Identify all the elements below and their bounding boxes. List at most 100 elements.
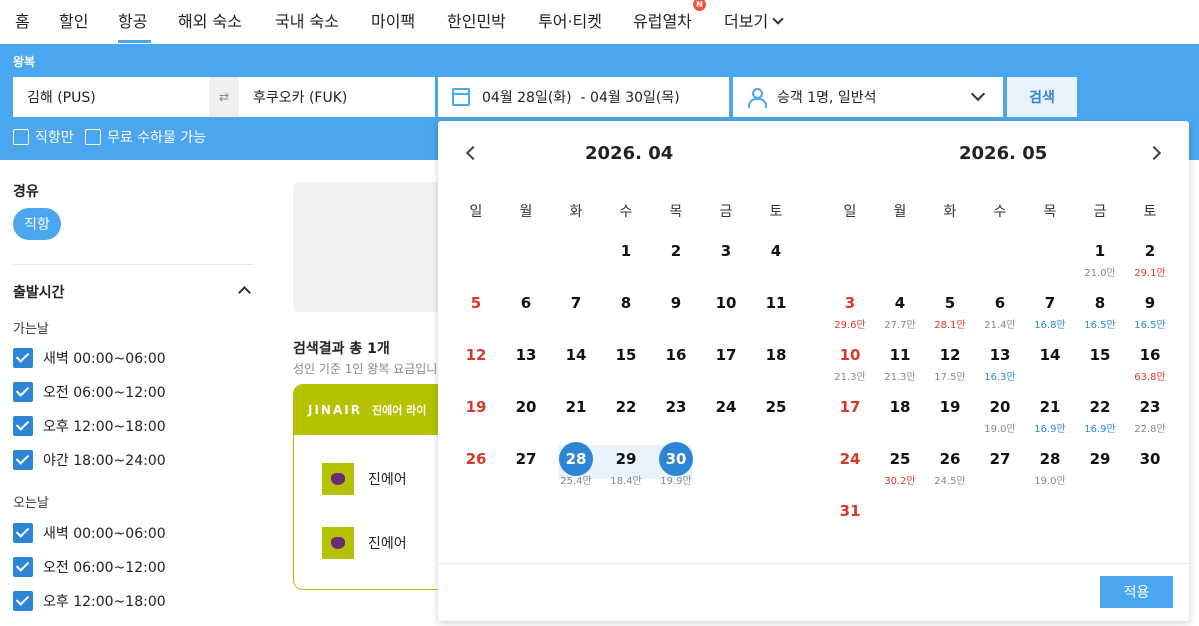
calendar-day[interactable]: 21 [551,398,601,416]
calendar-day[interactable]: 29 [601,450,651,468]
nav-korean-minbak[interactable]: 한인민박 [447,8,506,32]
calendar-day[interactable]: 22 [601,398,651,416]
checkbox-icon [85,129,101,145]
return-time-option[interactable]: 오후 12:00~18:00 [13,591,166,611]
calendar-day[interactable]: 11 [875,346,925,364]
outbound-time-option[interactable]: 야간 18:00~24:00 [13,450,166,470]
calendar-day[interactable]: 12 [925,346,975,364]
calendar-day[interactable]: 28 [551,450,601,468]
origin-field[interactable]: 김해 (PUS) [13,77,209,117]
calendar-day[interactable]: 13 [501,346,551,364]
calendar-day[interactable]: 1 [1075,242,1125,260]
apply-button[interactable]: 적용 [1100,576,1173,608]
calendar-day[interactable]: 5 [451,294,501,312]
calendar-day[interactable]: 21 [1025,398,1075,416]
calendar-day[interactable]: 15 [1075,346,1125,364]
date-field[interactable]: 04월 28일(화) - 04월 30일(목) [438,77,729,117]
airline-row: 진에어 [322,527,407,559]
destination-field[interactable]: 후쿠오카 (FUK) [239,77,435,117]
calendar-day[interactable]: 26 [451,450,501,468]
day-price: 25.4만 [560,476,592,487]
direct-pill[interactable]: 직항 [13,208,61,240]
calendar-day[interactable]: 9 [1125,294,1175,312]
return-time-option[interactable]: 오전 06:00~12:00 [13,557,166,577]
nav-tour-ticket[interactable]: 투어·티켓 [538,8,602,32]
calendar-day[interactable]: 23 [1125,398,1175,416]
calendar-day[interactable]: 25 [875,450,925,468]
calendar-day[interactable]: 18 [875,398,925,416]
calendar-day[interactable]: 31 [825,502,875,520]
calendar-day[interactable]: 26 [925,450,975,468]
calendar-day[interactable]: 17 [701,346,751,364]
calendar-day[interactable]: 14 [551,346,601,364]
date-value: 04월 28일(화) - 04월 30일(목) [482,90,680,106]
calendar-day[interactable]: 6 [975,294,1025,312]
chevron-left-icon[interactable] [465,145,481,161]
nav-europe-rail[interactable]: 유럽열차 [633,8,692,32]
weekday-label: 일 [843,204,857,220]
calendar-day[interactable]: 12 [451,346,501,364]
nav-overseas-stay[interactable]: 해외 숙소 [178,8,242,32]
calendar-day[interactable]: 24 [701,398,751,416]
calendar-day[interactable]: 11 [751,294,801,312]
calendar-day[interactable]: 19 [451,398,501,416]
chevron-right-icon[interactable] [1146,145,1162,161]
calendar-day[interactable]: 2 [651,242,701,260]
calendar-day[interactable]: 15 [601,346,651,364]
day-price: 24.5만 [934,476,966,487]
calendar-day[interactable]: 3 [825,294,875,312]
calendar-day[interactable]: 23 [651,398,701,416]
passenger-field[interactable]: 승객 1명, 일반석 [733,77,1003,117]
calendar-day[interactable]: 27 [975,450,1025,468]
calendar-day[interactable]: 18 [751,346,801,364]
calendar-day[interactable]: 4 [751,242,801,260]
calendar-day[interactable]: 6 [501,294,551,312]
calendar-day[interactable]: 7 [1025,294,1075,312]
calendar-day[interactable]: 2 [1125,242,1175,260]
calendar-day[interactable]: 16 [651,346,701,364]
trip-type-label[interactable]: 왕복 [13,53,35,70]
nav-flights[interactable]: 항공 [118,8,147,32]
return-time-option[interactable]: 새벽 00:00~06:00 [13,523,166,543]
calendar-day[interactable]: 25 [751,398,801,416]
direct-only-checkbox[interactable]: 직항만 [13,127,74,147]
calendar-day[interactable]: 1 [601,242,651,260]
calendar-day[interactable]: 30 [1125,450,1175,468]
outbound-time-option[interactable]: 오전 06:00~12:00 [13,382,166,402]
calendar-day[interactable]: 20 [975,398,1025,416]
nav-home[interactable]: 홈 [15,8,30,32]
calendar-day[interactable]: 8 [601,294,651,312]
outbound-time-option[interactable]: 오후 12:00~18:00 [13,416,166,436]
calendar-day[interactable]: 27 [501,450,551,468]
calendar-day[interactable]: 17 [825,398,875,416]
free-baggage-checkbox[interactable]: 무료 수하물 가능 [85,127,206,147]
calendar-day[interactable]: 19 [925,398,975,416]
outbound-time-option[interactable]: 새벽 00:00~06:00 [13,348,166,368]
swap-button[interactable]: ⇄ [209,77,239,117]
calendar-day[interactable]: 29 [1075,450,1125,468]
calendar-day[interactable]: 28 [1025,450,1075,468]
calendar-day[interactable]: 10 [825,346,875,364]
nav-more[interactable]: 더보기 [724,8,784,32]
calendar-day[interactable]: 20 [501,398,551,416]
calendar-day[interactable]: 13 [975,346,1025,364]
nav-discount[interactable]: 할인 [59,8,88,32]
calendar-day[interactable]: 24 [825,450,875,468]
chevron-up-icon[interactable] [238,286,251,299]
calendar-day[interactable]: 7 [551,294,601,312]
day-price: 27.7만 [884,320,916,331]
calendar-day[interactable]: 30 [651,450,701,468]
calendar-day[interactable]: 4 [875,294,925,312]
nav-domestic-stay[interactable]: 국내 숙소 [275,8,339,32]
result-card[interactable]: JINAIR 진에어 라이 진에어 진에어 [293,384,453,590]
calendar-day[interactable]: 22 [1075,398,1125,416]
search-button[interactable]: 검색 [1007,77,1077,117]
calendar-day[interactable]: 8 [1075,294,1125,312]
calendar-day[interactable]: 16 [1125,346,1175,364]
nav-mypack[interactable]: 마이팩 [371,8,415,32]
calendar-day[interactable]: 9 [651,294,701,312]
calendar-day[interactable]: 10 [701,294,751,312]
calendar-day[interactable]: 14 [1025,346,1075,364]
calendar-day[interactable]: 3 [701,242,751,260]
calendar-day[interactable]: 5 [925,294,975,312]
